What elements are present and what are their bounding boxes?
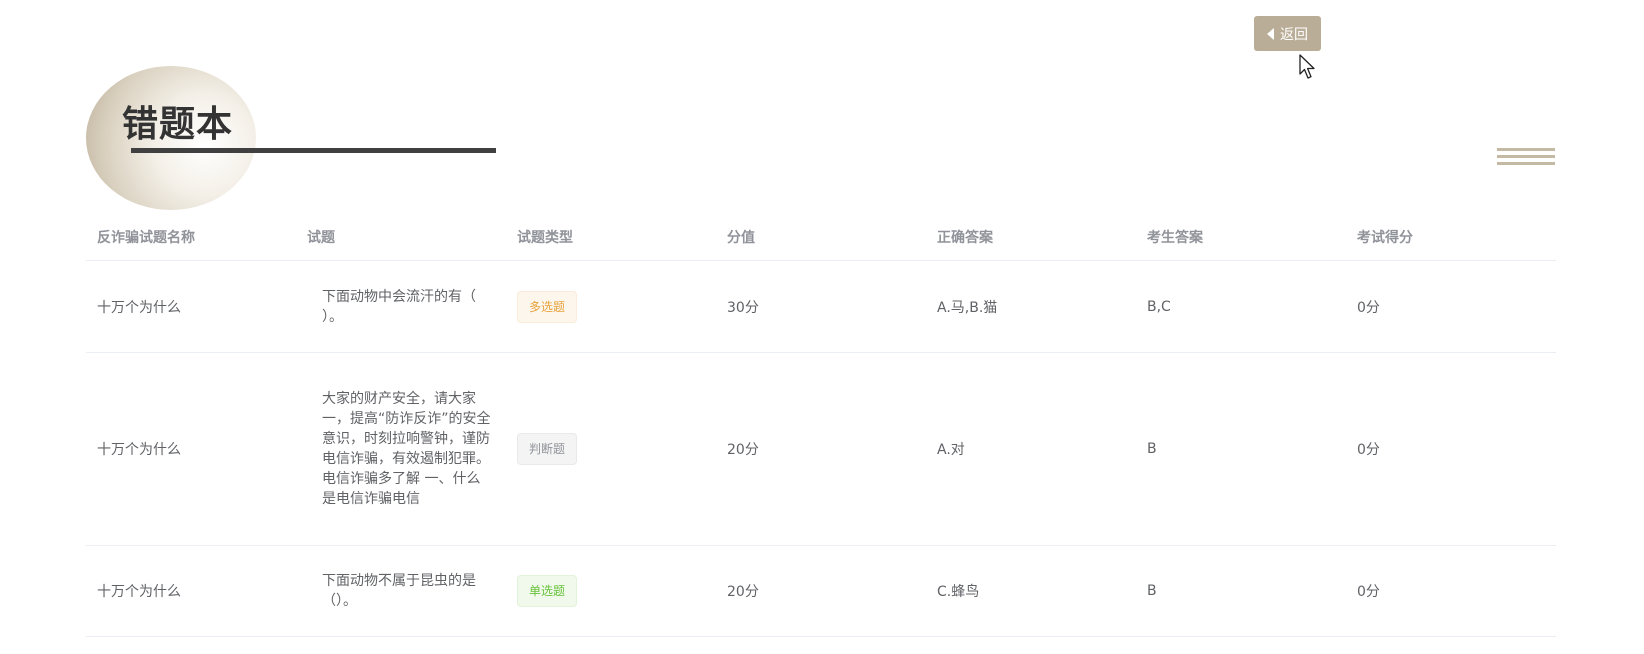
row-question: 下面动物中会流汗的有（ ）。 — [322, 288, 476, 325]
back-button[interactable]: 返回 — [1254, 16, 1321, 51]
page-title: 错题本 — [122, 104, 234, 145]
type-tag: 多选题 — [517, 290, 578, 323]
column-header-score: 分值 — [727, 230, 755, 246]
row-question: 大家的财产安全，请大家一，提高“防诈反诈”的安全意识，时刻拉响警钟，谨防电信诈骗… — [322, 391, 491, 507]
title-underline — [131, 148, 496, 153]
table-row: 十万个为什么 下面动物中会流汗的有（ ）。 多选题 30分 A.马,B.猫 B,… — [86, 261, 1556, 353]
column-header-name: 反诈骗试题名称 — [97, 230, 195, 246]
row-exam-score: 0分 — [1357, 299, 1380, 316]
row-score: 20分 — [727, 584, 759, 600]
row-correct-answer: A.对 — [937, 442, 965, 458]
row-student-answer: B,C — [1147, 298, 1171, 315]
wrong-questions-table: 反诈骗试题名称 试题 试题类型 分值 正确答案 考生答案 考试得分 十万个为什么… — [86, 214, 1556, 637]
row-score: 20分 — [727, 442, 759, 458]
table-row: 十万个为什么 下面动物不属于昆虫的是（）。 单选题 20分 C.蜂鸟 B 0分 — [86, 546, 1556, 637]
row-correct-answer: C.蜂鸟 — [937, 584, 980, 600]
column-header-correct-answer: 正确答案 — [937, 230, 993, 246]
row-score: 30分 — [727, 299, 759, 316]
back-label: 返回 — [1280, 26, 1308, 43]
row-exam-score: 0分 — [1357, 442, 1380, 458]
mouse-pointer-icon — [1299, 54, 1315, 79]
row-correct-answer: A.马,B.猫 — [937, 299, 998, 316]
type-tag: 判断题 — [517, 433, 578, 465]
column-header-type: 试题类型 — [517, 230, 573, 246]
row-exam-score: 0分 — [1357, 584, 1380, 600]
type-tag: 单选题 — [517, 575, 578, 607]
row-type: 多选题 — [506, 290, 716, 323]
caret-left-icon — [1267, 27, 1274, 40]
row-student-answer: B — [1147, 583, 1157, 599]
column-header-student-answer: 考生答案 — [1147, 230, 1203, 246]
column-header-question: 试题 — [307, 230, 335, 246]
row-name: 十万个为什么 — [97, 584, 181, 600]
row-name: 十万个为什么 — [97, 299, 181, 316]
row-type: 单选题 — [506, 575, 716, 607]
column-header-exam-score: 考试得分 — [1357, 230, 1413, 246]
row-student-answer: B — [1147, 441, 1157, 457]
table-row: 十万个为什么 大家的财产安全，请大家一，提高“防诈反诈”的安全意识，时刻拉响警钟… — [86, 353, 1556, 546]
row-question: 下面动物不属于昆虫的是（）。 — [322, 573, 476, 609]
table-header: 反诈骗试题名称 试题 试题类型 分值 正确答案 考生答案 考试得分 — [86, 214, 1556, 261]
menu-lines-icon[interactable] — [1497, 148, 1555, 170]
row-type: 判断题 — [506, 433, 716, 465]
row-name: 十万个为什么 — [97, 442, 181, 458]
